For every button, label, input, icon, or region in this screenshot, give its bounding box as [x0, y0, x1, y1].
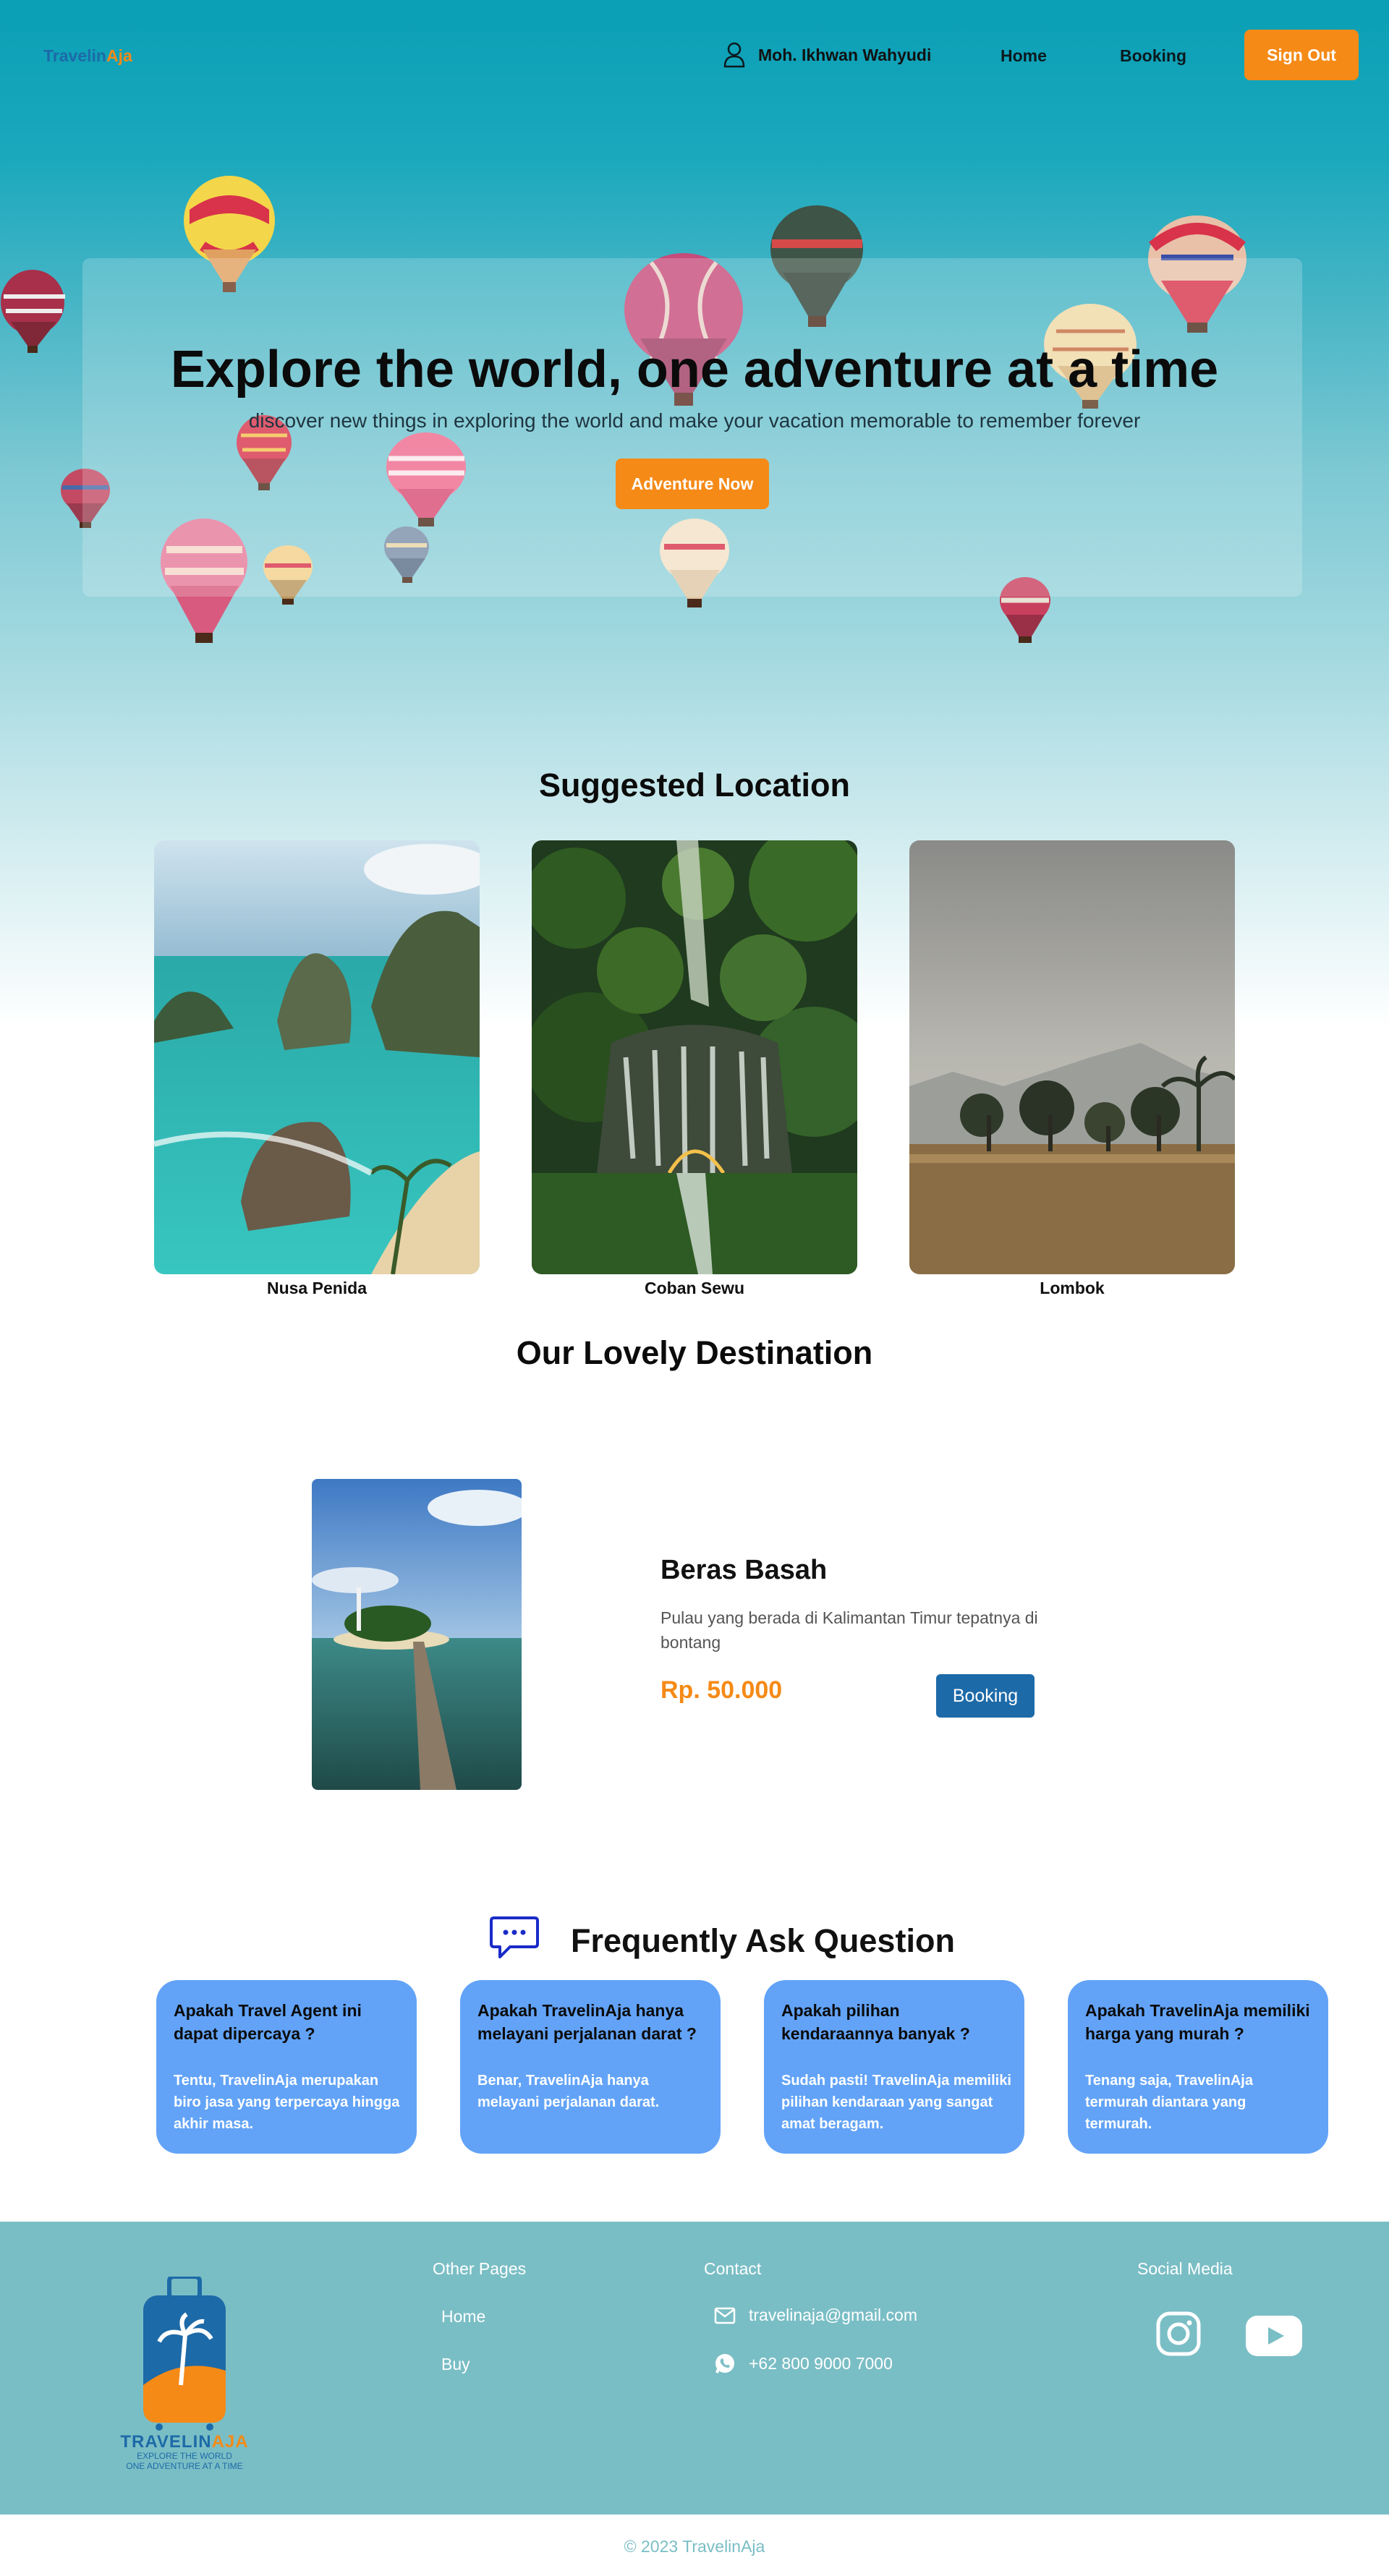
footer-email-text: travelinaja@gmail.com: [749, 2306, 917, 2324]
faq-question: Apakah TravelinAja memiliki harga yang m…: [1085, 2001, 1310, 2043]
footer-other-pages-title: Other Pages: [433, 2259, 527, 2278]
location-card-lombok[interactable]: [909, 840, 1235, 1274]
nav-home-link[interactable]: Home: [1001, 46, 1047, 66]
brand-logo[interactable]: TravelinAja: [43, 46, 132, 66]
destination-photo: [312, 1479, 522, 1790]
navbar: TravelinAja Moh. Ikhwan Wahyudi Home Boo…: [0, 0, 1389, 116]
footer-phone-text: +62 800 9000 7000: [749, 2353, 893, 2373]
faq-card: Apakah Travel Agent ini dapat dipercaya …: [156, 1980, 417, 2154]
hero-subtitle: discover new things in exploring the wor…: [248, 409, 1141, 432]
suggested-location-title: Suggested Location: [538, 767, 851, 803]
destination-price: Rp. 50.000: [660, 1676, 783, 1704]
svg-text:TRAVELINAJA: TRAVELINAJA: [120, 2432, 248, 2452]
faq-question: Apakah TravelinAja hanya melayani perjal…: [477, 2001, 697, 2043]
faq-card: Apakah TravelinAja hanya melayani perjal…: [460, 1980, 721, 2154]
footer-phone[interactable]: +62 800 9000 7000: [714, 2353, 893, 2374]
faq-title: Frequently Ask Question: [571, 1922, 955, 1959]
faq-question: Apakah pilihan kendaraannya banyak ?: [781, 2001, 970, 2043]
destination-description: Pulau yang berada di Kalimantan Timur te…: [660, 1608, 1038, 1652]
faq-question: Apakah Travel Agent ini dapat dipercaya …: [174, 2001, 362, 2043]
user-menu[interactable]: Moh. Ikhwan Wahyudi: [723, 42, 931, 68]
location-card-nusa-penida[interactable]: [154, 840, 480, 1274]
logo-tagline-1: EXPLORE THE WORLD: [137, 2451, 232, 2461]
logo-name-part2: AJA: [212, 2432, 249, 2452]
faq-answer: Tentu, TravelinAja merupakan biro jasa y…: [174, 2073, 400, 2132]
location-label: Coban Sewu: [644, 1279, 744, 1297]
footer-email[interactable]: travelinaja@gmail.com: [714, 2306, 917, 2325]
location-card-coban-sewu[interactable]: [532, 840, 857, 1274]
logo-name-part1: TRAVELIN: [120, 2432, 211, 2452]
youtube-icon[interactable]: [1246, 2316, 1302, 2356]
destination-name: Beras Basah: [660, 1555, 828, 1585]
hero-section: TravelinAja Moh. Ikhwan Wahyudi Home Boo…: [0, 0, 1389, 1302]
footer-buy-link[interactable]: Buy: [441, 2355, 470, 2374]
location-label: Nusa Penida: [266, 1279, 368, 1297]
nusa-penida-photo: [154, 840, 480, 1274]
nav-booking-link[interactable]: Booking: [1120, 46, 1186, 66]
footer-social-title: Social Media: [1137, 2259, 1233, 2278]
instagram-icon[interactable]: [1155, 2311, 1202, 2357]
booking-button[interactable]: Booking: [936, 1674, 1035, 1718]
whatsapp-icon: [715, 2354, 734, 2374]
faq-card: Apakah TravelinAja memiliki harga yang m…: [1068, 1980, 1328, 2154]
logo-tagline-2: ONE ADVENTURE AT A TIME: [126, 2461, 242, 2471]
hero-title: Explore the world, one adventure at a ti…: [170, 341, 1219, 398]
faq-answer: Benar, TravelinAja hanya melayani perjal…: [477, 2073, 660, 2110]
beras-basah-photo: [312, 1479, 522, 1790]
footer-contact-title: Contact: [704, 2259, 762, 2278]
footer-home-link[interactable]: Home: [441, 2307, 485, 2326]
user-icon: [723, 42, 745, 68]
footer-logo: TRAVELINAJA EXPLORE THE WORLD ONE ADVENT…: [94, 2274, 275, 2475]
lombok-photo: [909, 840, 1235, 1274]
faq-answer: Sudah pasti! TravelinAja memiliki piliha…: [781, 2073, 1011, 2132]
chat-bubble-icon: [490, 1916, 539, 1958]
coban-sewu-photo: [532, 840, 857, 1274]
destination-section-title: Our Lovely Destination: [516, 1334, 873, 1371]
adventure-now-button[interactable]: Adventure Now: [616, 459, 769, 509]
user-name: Moh. Ikhwan Wahyudi: [758, 45, 932, 64]
suitcase-logo-icon: TRAVELINAJA EXPLORE THE WORLD ONE ADVENT…: [120, 2274, 248, 2471]
sign-out-button[interactable]: Sign Out: [1244, 30, 1359, 80]
copyright-text: © 2023 TravelinAja: [624, 2537, 765, 2556]
mail-icon: [714, 2307, 736, 2324]
faq-answer: Tenang saja, TravelinAja termurah dianta…: [1085, 2073, 1253, 2132]
faq-card: Apakah pilihan kendaraannya banyak ? Sud…: [764, 1980, 1024, 2154]
location-label: Lombok: [1040, 1279, 1105, 1297]
